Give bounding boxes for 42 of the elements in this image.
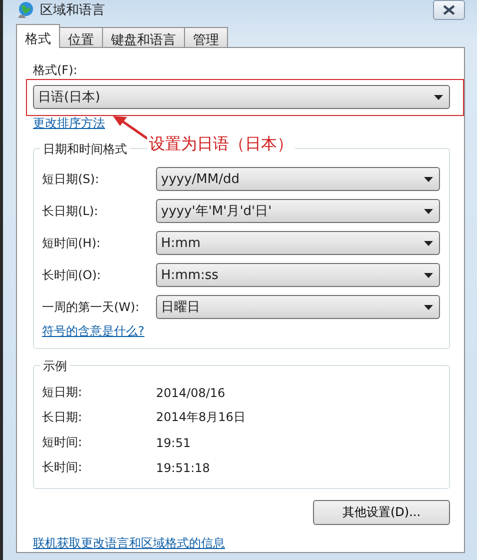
example-value: 2014年8月16日 [156,409,246,426]
dropdown[interactable]: yyyy'年'M'月'd'日' [156,199,440,223]
field-label: 格式(F): [33,62,78,79]
dropdown[interactable]: yyyy/MM/dd [156,167,440,191]
link[interactable]: 符号的含意是什么? [42,323,144,340]
close-button[interactable] [433,0,465,20]
arrow [113,116,149,140]
close-icon [443,5,455,15]
tab[interactable]: 位置 [59,27,103,47]
field-label: 长日期(L): [42,202,100,220]
example-value: 19:51:18 [156,460,211,474]
tab[interactable]: 键盘和语言 [102,27,185,47]
group-title: 示例 [40,358,70,375]
settings-button[interactable]: 其他设置(D)... [313,500,450,525]
link[interactable]: 更改排序方法 [33,115,105,132]
dropdown[interactable]: 日曜日 [156,295,440,319]
caret-icon [424,176,433,182]
group-title: 日期和时间格式 [40,141,130,158]
caret-icon [424,208,433,214]
field-label: 短时间: [42,434,84,451]
field-label: 短日期: [42,384,84,401]
window-title: 区域和语言 [40,2,106,19]
field-label: 短时间(H): [42,234,102,252]
tab[interactable]: 管理 [184,27,228,47]
link[interactable]: 联机获取更改语言和区域格式的信息 [33,535,225,552]
globe-icon [16,1,34,19]
example-value: 2014/08/16 [156,386,226,400]
dropdown[interactable]: H:mm:ss [156,263,440,287]
field-label: 长日期: [42,409,84,426]
caret-icon [424,304,433,310]
tab[interactable]: 格式 [16,24,60,48]
field-label: 长时间: [42,459,84,476]
dropdown[interactable]: H:mm [156,231,440,255]
field-label: 长时间(O): [42,266,102,284]
caret-icon [434,94,443,100]
caret-icon [424,240,433,246]
dropdown[interactable]: 日语(日本) [33,85,450,109]
field-label: 短日期(S): [42,170,100,188]
example-value: 19:51 [156,436,192,450]
annotation-text: 设置为日语（日本） [147,134,295,155]
caret-icon [424,272,433,278]
field-label: 一周的第一天(W): [42,298,140,316]
